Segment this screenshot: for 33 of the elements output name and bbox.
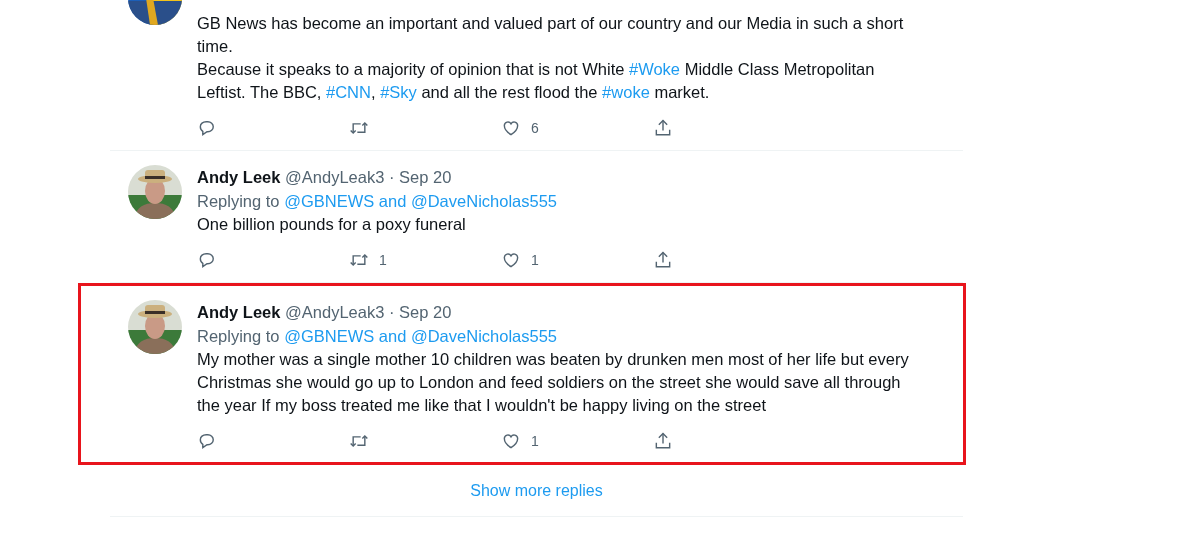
action-count: 1 — [531, 250, 539, 270]
reply-icon[interactable] — [197, 431, 217, 451]
tweet-text: GB News has become an important and valued part of our country and our Media in such a short time. Because it speaks to a majority of opinion that is not White #Woke Middle Class Metropolitan Leftist. The BBC, #CNN, #Sky and all the rest flood the #woke market. — [197, 13, 905, 103]
tweet-text: One billion pounds for a poxy funeral — [197, 214, 467, 235]
hashtag-link[interactable]: #Sky — [380, 83, 417, 101]
reply-icon[interactable] — [197, 250, 217, 270]
share-icon[interactable] — [653, 431, 673, 451]
tweet-date[interactable]: Sep 20 — [399, 303, 452, 321]
action-count: 6 — [531, 118, 539, 138]
separator: · — [388, 303, 395, 321]
hashtag-link[interactable]: #woke — [602, 83, 650, 101]
tweet-text: My mother was a single mother 10 children was beaten by drunken men most of her life but every Christmas she would go up to London and feed soldiers on the street she would save all through the year If my boss treated me like that I wouldn't be happy living on the street — [197, 349, 910, 416]
heart-icon[interactable] — [501, 431, 521, 451]
heart-icon[interactable] — [501, 250, 521, 270]
action-count: 1 — [531, 431, 539, 451]
hashtag-link[interactable]: #Woke — [629, 60, 681, 78]
reply-icon[interactable] — [197, 118, 217, 138]
action-count: 1 — [379, 250, 387, 270]
author-name[interactable]: Andy Leek — [197, 303, 281, 321]
share-icon[interactable] — [653, 118, 673, 138]
hashtag-link[interactable]: #CNN — [326, 83, 371, 101]
separator: · — [388, 168, 395, 186]
show-more-link[interactable]: Show more replies — [470, 482, 603, 499]
author-name[interactable]: Andy Leek — [197, 168, 281, 186]
mention-link[interactable]: @GBNEWS and @DaveNicholas555 — [284, 327, 558, 345]
mention-link[interactable]: @GBNEWS and @DaveNicholas555 — [284, 192, 558, 210]
author-handle[interactable]: @AndyLeak3 — [285, 303, 385, 321]
replying-label: Replying to — [197, 192, 280, 210]
heart-icon[interactable] — [501, 118, 521, 138]
author-handle[interactable]: @AndyLeak3 — [285, 168, 385, 186]
replying-label: Replying to — [197, 327, 280, 345]
tweet-date[interactable]: Sep 20 — [399, 168, 452, 186]
share-icon[interactable] — [653, 250, 673, 270]
